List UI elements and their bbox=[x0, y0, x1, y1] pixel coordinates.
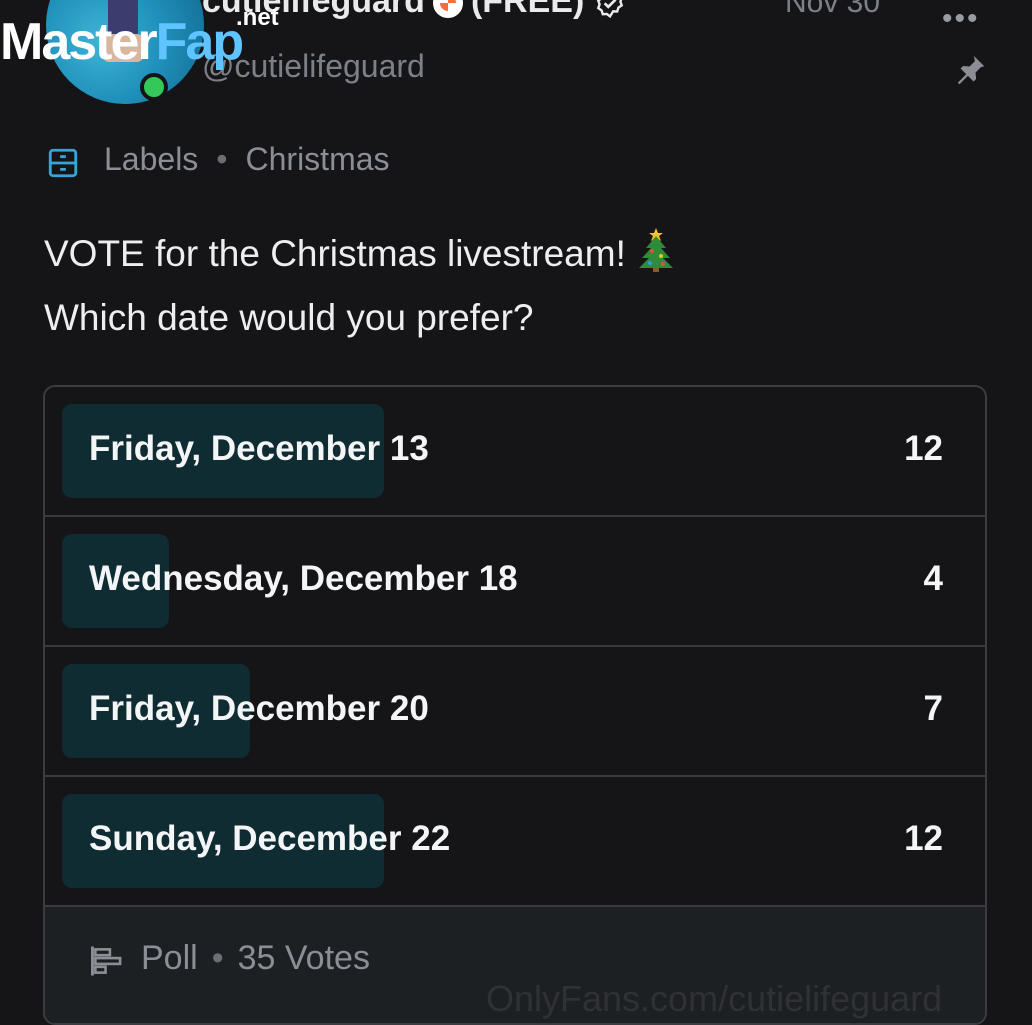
more-icon[interactable]: ••• bbox=[942, 2, 980, 36]
lifebuoy-icon bbox=[432, 0, 463, 19]
free-badge: (FREE) bbox=[470, 0, 585, 20]
label-christmas[interactable]: Christmas bbox=[246, 141, 390, 177]
poll-votes: 35 Votes bbox=[237, 939, 370, 977]
online-status-dot bbox=[140, 73, 168, 101]
poll: Friday, December 13 12 Wednesday, Decemb… bbox=[43, 385, 987, 1025]
poll-option-count: 12 bbox=[904, 819, 943, 858]
poll-option-label: Sunday, December 22 bbox=[89, 819, 451, 858]
watermark-master: Master bbox=[0, 13, 158, 71]
poll-option-label: Wednesday, December 18 bbox=[89, 559, 518, 598]
post-date: Nov 30 bbox=[785, 0, 881, 19]
poll-option-label: Friday, December 20 bbox=[89, 689, 429, 728]
poll-option[interactable]: Friday, December 13 12 bbox=[45, 387, 985, 517]
poll-label: Poll bbox=[141, 939, 198, 977]
watermark-net: .net bbox=[236, 4, 279, 31]
post-line-1: VOTE for the Christmas livestream! bbox=[44, 233, 626, 274]
verified-icon bbox=[597, 0, 624, 19]
poll-summary: Poll • 35 Votes bbox=[141, 939, 370, 978]
labels-title[interactable]: Labels bbox=[104, 141, 198, 177]
labels-row[interactable]: Labels • Christmas bbox=[104, 141, 390, 178]
onlyfans-watermark: OnlyFans.com/cutielifeguard bbox=[486, 978, 943, 1019]
label-icon bbox=[48, 148, 78, 178]
poll-option[interactable]: Friday, December 20 7 bbox=[45, 647, 985, 777]
christmas-tree-icon bbox=[638, 228, 673, 272]
poll-option[interactable]: Sunday, December 22 12 bbox=[45, 777, 985, 907]
site-watermark: MasterFap .net bbox=[0, 4, 279, 72]
poll-separator: • bbox=[211, 939, 224, 977]
poll-option-count: 7 bbox=[923, 689, 943, 728]
pin-icon[interactable] bbox=[952, 52, 988, 88]
post-line-2: Which date would you prefer? bbox=[44, 297, 534, 338]
poll-icon bbox=[91, 946, 122, 976]
poll-option-label: Friday, December 13 bbox=[89, 429, 429, 468]
watermark-fap: Fap bbox=[155, 13, 244, 71]
labels-separator: • bbox=[216, 141, 228, 177]
poll-option-count: 12 bbox=[904, 429, 943, 468]
poll-option[interactable]: Wednesday, December 18 4 bbox=[45, 517, 985, 647]
poll-option-count: 4 bbox=[923, 559, 943, 598]
post-text: VOTE for the Christmas livestream! Which… bbox=[44, 222, 676, 350]
